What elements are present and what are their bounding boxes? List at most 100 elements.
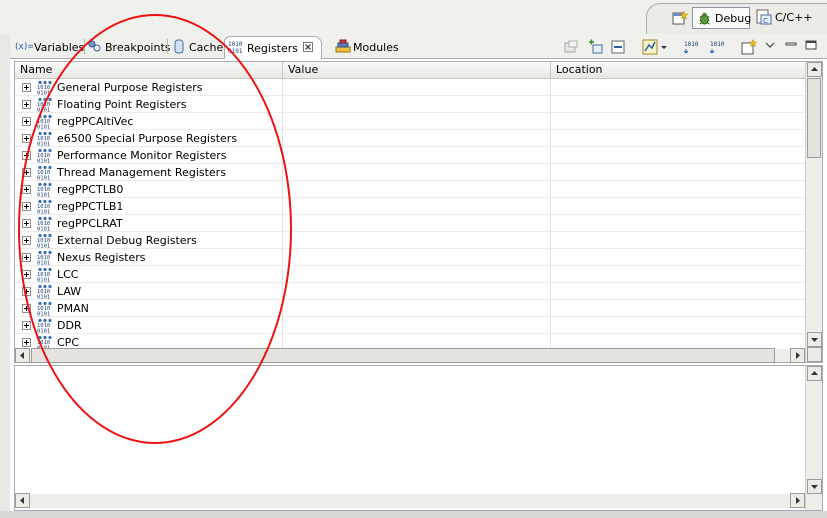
column-divider	[282, 232, 283, 249]
cache-icon	[174, 39, 184, 54]
arrow-down-icon	[811, 485, 818, 489]
detail-horizontal-scrollbar[interactable]	[15, 493, 805, 508]
number-format-icon[interactable]: 1010	[684, 39, 704, 55]
table-row[interactable]: 1010 0101 LAW	[15, 283, 805, 301]
expand-icon[interactable]	[22, 270, 31, 279]
svg-text:0101: 0101	[37, 329, 50, 334]
expand-icon[interactable]	[22, 83, 31, 92]
expand-icon[interactable]	[22, 134, 31, 143]
scroll-thumb-horizontal[interactable]	[31, 348, 775, 363]
debug-perspective-label: Debug	[715, 12, 752, 25]
column-divider	[282, 266, 283, 283]
scroll-left-button[interactable]	[15, 493, 30, 508]
table-row[interactable]: 1010 0101 regPPCLRAT	[15, 215, 805, 233]
registers-view: (x)= Variables Breakpoints Cache 1010 01…	[10, 34, 827, 518]
cc-perspective-button[interactable]: C C/C++	[756, 9, 826, 27]
collapse-grey-icon[interactable]	[563, 39, 579, 55]
expand-icon[interactable]	[22, 219, 31, 228]
register-group-name: Floating Point Registers	[57, 98, 187, 111]
register-group-name: Performance Monitor Registers	[57, 149, 227, 162]
tab-cache[interactable]: Cache	[168, 36, 224, 58]
arrow-up-icon	[811, 371, 818, 375]
view-menu-icon[interactable]	[765, 39, 775, 55]
table-row[interactable]: 1010 0101 DDR	[15, 317, 805, 335]
table-row[interactable]: 1010 0101 General Purpose Registers	[15, 79, 805, 97]
expand-icon[interactable]	[22, 253, 31, 262]
register-group-icon: 10100101	[37, 233, 53, 250]
table-row[interactable]: 1010 0101 External Debug Registers	[15, 232, 805, 250]
scroll-right-button[interactable]	[790, 493, 805, 508]
arrow-right-icon	[796, 352, 800, 359]
scroll-down-button[interactable]	[807, 332, 822, 347]
expand-icon[interactable]	[22, 202, 31, 211]
scroll-up-button[interactable]	[807, 62, 822, 77]
minimize-icon[interactable]	[785, 39, 797, 55]
chevron-down-icon[interactable]	[660, 39, 668, 55]
register-group-icon: 10100101	[37, 301, 53, 318]
table-row[interactable]: 1010 0101 PMAN	[15, 300, 805, 318]
tab-modules[interactable]: Modules	[332, 36, 400, 58]
table-row[interactable]: 10100101CPC	[15, 334, 805, 349]
scroll-up-button[interactable]	[807, 366, 822, 381]
table-row[interactable]: 1010 0101 regPPCTLB0	[15, 181, 805, 199]
vertical-scrollbar[interactable]	[805, 62, 822, 362]
register-group-name: regPPCAltiVec	[57, 115, 134, 128]
close-icon[interactable]	[303, 42, 313, 52]
add-register-group-icon[interactable]	[587, 39, 603, 55]
table-row[interactable]: 1010 0101 regPPCAltiVec	[15, 113, 805, 131]
collapse-all-icon[interactable]	[610, 39, 626, 55]
scroll-right-button[interactable]	[790, 348, 805, 363]
column-divider	[550, 96, 551, 113]
detail-pane[interactable]	[14, 365, 823, 511]
svg-text:0101: 0101	[37, 261, 50, 266]
table-header: Name Value Location	[15, 62, 805, 79]
table-row[interactable]: 1010 0101 regPPCTLB1	[15, 198, 805, 216]
table-row[interactable]: 1010 0101 Floating Point Registers	[15, 96, 805, 114]
column-divider	[550, 334, 551, 349]
expand-icon[interactable]	[22, 321, 31, 330]
column-header-value[interactable]: Value	[283, 62, 551, 78]
table-row[interactable]: 1010 0101 Nexus Registers	[15, 249, 805, 267]
expand-icon[interactable]	[22, 304, 31, 313]
maximize-icon[interactable]	[805, 39, 817, 55]
expand-icon[interactable]	[22, 236, 31, 245]
table-row[interactable]: 1010 0101 Thread Management Registers	[15, 164, 805, 182]
table-row[interactable]: 1010 0101 e6500 Special Purpose Registers	[15, 130, 805, 148]
expand-icon[interactable]	[22, 151, 31, 160]
number-format-icon[interactable]: 1010	[710, 39, 730, 55]
expand-icon[interactable]	[22, 100, 31, 109]
scroll-thumb[interactable]	[807, 78, 821, 158]
svg-text:0101: 0101	[37, 125, 50, 130]
horizontal-scrollbar[interactable]	[15, 348, 805, 363]
svg-text:0101: 0101	[37, 244, 50, 249]
expand-icon[interactable]	[22, 117, 31, 126]
column-divider	[550, 198, 551, 215]
tab-modules-label: Modules	[353, 41, 399, 54]
open-perspective-icon[interactable]	[672, 10, 688, 26]
expand-icon[interactable]	[22, 287, 31, 296]
tab-breakpoints-label: Breakpoints	[105, 41, 171, 54]
modules-icon	[335, 39, 351, 53]
scroll-down-button[interactable]	[807, 479, 822, 494]
column-header-location[interactable]: Location	[551, 62, 805, 78]
tab-breakpoints[interactable]: Breakpoints	[85, 36, 171, 58]
scroll-left-button[interactable]	[15, 348, 30, 363]
layout-icon[interactable]	[642, 39, 658, 55]
expand-icon[interactable]	[22, 338, 31, 347]
column-header-name[interactable]: Name	[15, 62, 283, 78]
tab-registers[interactable]: 1010 0101 Registers	[224, 36, 322, 59]
expand-icon[interactable]	[22, 185, 31, 194]
tab-cache-label: Cache	[189, 41, 224, 54]
table-row[interactable]: 1010 0101 LCC	[15, 266, 805, 284]
new-view-icon[interactable]	[741, 39, 757, 55]
svg-text:0101: 0101	[37, 210, 50, 215]
detail-vertical-scrollbar[interactable]	[805, 366, 822, 510]
table-row[interactable]: 1010 0101 Performance Monitor Registers	[15, 147, 805, 165]
tab-variables[interactable]: (x)= Variables	[12, 36, 84, 58]
svg-text:(x)=: (x)=	[15, 42, 33, 52]
svg-text:0101: 0101	[37, 295, 50, 300]
debug-perspective-button[interactable]: Debug	[692, 7, 752, 29]
column-divider	[550, 300, 551, 317]
expand-icon[interactable]	[22, 168, 31, 177]
column-divider	[550, 147, 551, 164]
